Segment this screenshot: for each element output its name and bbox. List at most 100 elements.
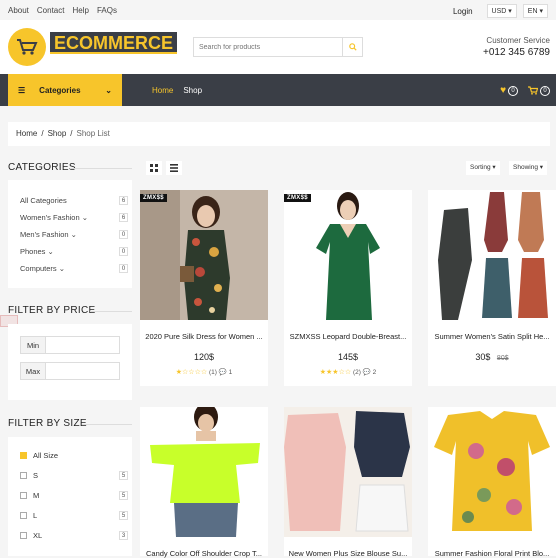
search-input[interactable]	[193, 37, 343, 57]
size-option-all[interactable]: All Size	[8, 445, 132, 465]
currency-dropdown[interactable]: USD ▾	[486, 4, 517, 18]
size-filter-panel: All Size S 5 M 5 L 5 XL 3	[8, 437, 132, 556]
product-card[interactable]: Summer Fashion Floral Print Blo...	[428, 407, 556, 558]
login-link[interactable]: Login	[453, 7, 473, 16]
categories-title: CATEGORIES	[8, 162, 132, 173]
category-item-phones[interactable]: Phones ⌄ 0	[8, 243, 132, 260]
product-name[interactable]: Summer Women's Satin Split He...	[428, 332, 556, 341]
chevron-down-icon: ⌄	[81, 213, 89, 222]
product-card[interactable]: ZMX$$ SZMXSS Leopard Double-Breast... 14…	[284, 190, 412, 386]
product-price: 120$	[193, 352, 215, 362]
size-filter-title-text: FILTER BY SIZE	[8, 418, 87, 429]
product-name[interactable]: Summer Fashion Floral Print Blo...	[428, 549, 556, 558]
product-image[interactable]	[284, 407, 412, 537]
product-image[interactable]	[140, 407, 268, 537]
product-name[interactable]: Candy Color Off Shoulder Crop T...	[140, 549, 268, 558]
checkbox[interactable]	[20, 471, 27, 479]
product-card[interactable]: ZMX$$ 2020 Pure Silk Dress for Women ...…	[140, 190, 268, 386]
wishlist-count: 0	[508, 85, 518, 96]
size-option-xl[interactable]: XL 3	[8, 525, 132, 545]
product-name[interactable]: New Women Plus Size Blouse Su...	[284, 549, 412, 558]
logo-text[interactable]: ECOMMERCE	[50, 32, 178, 54]
language-value: EN	[527, 8, 538, 15]
checkbox[interactable]	[20, 531, 27, 539]
sorting-dropdown[interactable]: Sorting ▾	[466, 161, 500, 175]
comment-icon: 💬	[218, 369, 227, 376]
breadcrumb-home[interactable]: Home	[16, 129, 37, 139]
nav-home[interactable]: Home	[152, 86, 173, 95]
category-label: Computers ⌄	[20, 264, 66, 273]
category-count: 6	[119, 213, 128, 222]
wishlist-button[interactable]: ♥ 0	[500, 85, 518, 96]
language-dropdown[interactable]: EN ▾	[522, 4, 548, 18]
categories-title-text: CATEGORIES	[8, 162, 76, 173]
price-max-input[interactable]	[46, 362, 120, 380]
product-image[interactable]	[428, 407, 556, 537]
price-min-label: Min	[20, 336, 46, 354]
product-rating: ★★★☆☆ (2) 💬 2	[284, 368, 412, 376]
category-count: 0	[119, 247, 128, 256]
size-label: S	[33, 470, 39, 480]
currency-value: USD	[491, 8, 507, 15]
checkbox[interactable]	[20, 511, 27, 519]
menu-icon: ☰	[18, 85, 26, 95]
customer-service: Customer Service +012 345 6789	[483, 36, 550, 58]
nav-shop[interactable]: Shop	[183, 86, 202, 95]
product-image[interactable]: ZMX$$	[284, 190, 412, 320]
cart-icon	[528, 86, 538, 95]
checkbox[interactable]	[20, 491, 27, 499]
sorting-label: Sorting	[470, 164, 491, 171]
size-option-s[interactable]: S 5	[8, 465, 132, 485]
cart-count: 0	[540, 85, 550, 96]
breadcrumb-shop[interactable]: Shop	[48, 129, 67, 139]
search-icon	[348, 43, 357, 51]
price-max-row: Max	[20, 362, 120, 380]
title-divider	[82, 424, 132, 425]
categories-toggle-button[interactable]: ☰ Categories ⌄	[8, 74, 122, 106]
product-image[interactable]: ZMX$$	[140, 190, 268, 320]
product-price: 30$ 80$	[428, 352, 556, 362]
product-rating: ★☆☆☆☆ (1) 💬 1	[140, 368, 268, 376]
size-label: L	[33, 510, 38, 520]
category-item-womens-fashion[interactable]: Women's Fashion ⌄ 6	[8, 209, 132, 226]
size-option-m[interactable]: M 5	[8, 485, 132, 505]
grid-view-button[interactable]	[146, 161, 162, 175]
category-count: 6	[119, 196, 128, 205]
nav-links: Home Shop	[152, 86, 202, 95]
faqs-link[interactable]: FAQs	[97, 6, 117, 15]
breadcrumb-separator: /	[41, 129, 44, 138]
contact-link[interactable]: Contact	[37, 6, 65, 15]
category-count: 0	[119, 230, 128, 239]
product-name[interactable]: SZMXSS Leopard Double-Breast...	[284, 332, 412, 341]
about-link[interactable]: About	[8, 6, 29, 15]
product-name[interactable]: 2020 Pure Silk Dress for Women ...	[140, 332, 268, 341]
product-card[interactable]: New Women Plus Size Blouse Su...	[284, 407, 412, 558]
rating-count: (2)	[352, 369, 361, 376]
product-card[interactable]: Summer Women's Satin Split He... 30$ 80$	[428, 190, 556, 386]
product-card[interactable]: Candy Color Off Shoulder Crop T...	[140, 407, 268, 558]
product-image[interactable]	[428, 190, 556, 320]
category-count: 0	[119, 264, 128, 273]
showing-dropdown[interactable]: Showing ▾	[509, 161, 548, 175]
customer-service-label: Customer Service	[486, 36, 550, 45]
cart-button[interactable]: 0	[528, 85, 550, 96]
size-label: All Size	[33, 450, 59, 460]
help-link[interactable]: Help	[72, 6, 88, 15]
list-view-button[interactable]	[166, 161, 182, 175]
top-links: About Contact Help FAQs	[8, 6, 117, 15]
checkbox[interactable]	[20, 451, 27, 459]
category-item-computers[interactable]: Computers ⌄ 0	[8, 260, 132, 277]
category-item-all[interactable]: All Categories 6	[8, 192, 132, 209]
comment-icon: 💬	[362, 369, 371, 376]
price-min-input[interactable]	[46, 336, 120, 354]
size-option-l[interactable]: L 5	[8, 505, 132, 525]
price-max-label: Max	[20, 362, 46, 380]
rating-count: (1)	[208, 369, 217, 376]
category-item-mens-fashion[interactable]: Men's Fashion ⌄ 0	[8, 226, 132, 243]
search-button[interactable]	[343, 37, 363, 57]
category-label: Men's Fashion ⌄	[20, 230, 77, 239]
comment-count: 1	[228, 369, 233, 376]
category-label: All Categories	[20, 196, 67, 205]
navbar: ☰ Categories ⌄ Home Shop ♥ 0 0	[0, 74, 556, 106]
cart-logo-icon[interactable]	[8, 28, 46, 66]
